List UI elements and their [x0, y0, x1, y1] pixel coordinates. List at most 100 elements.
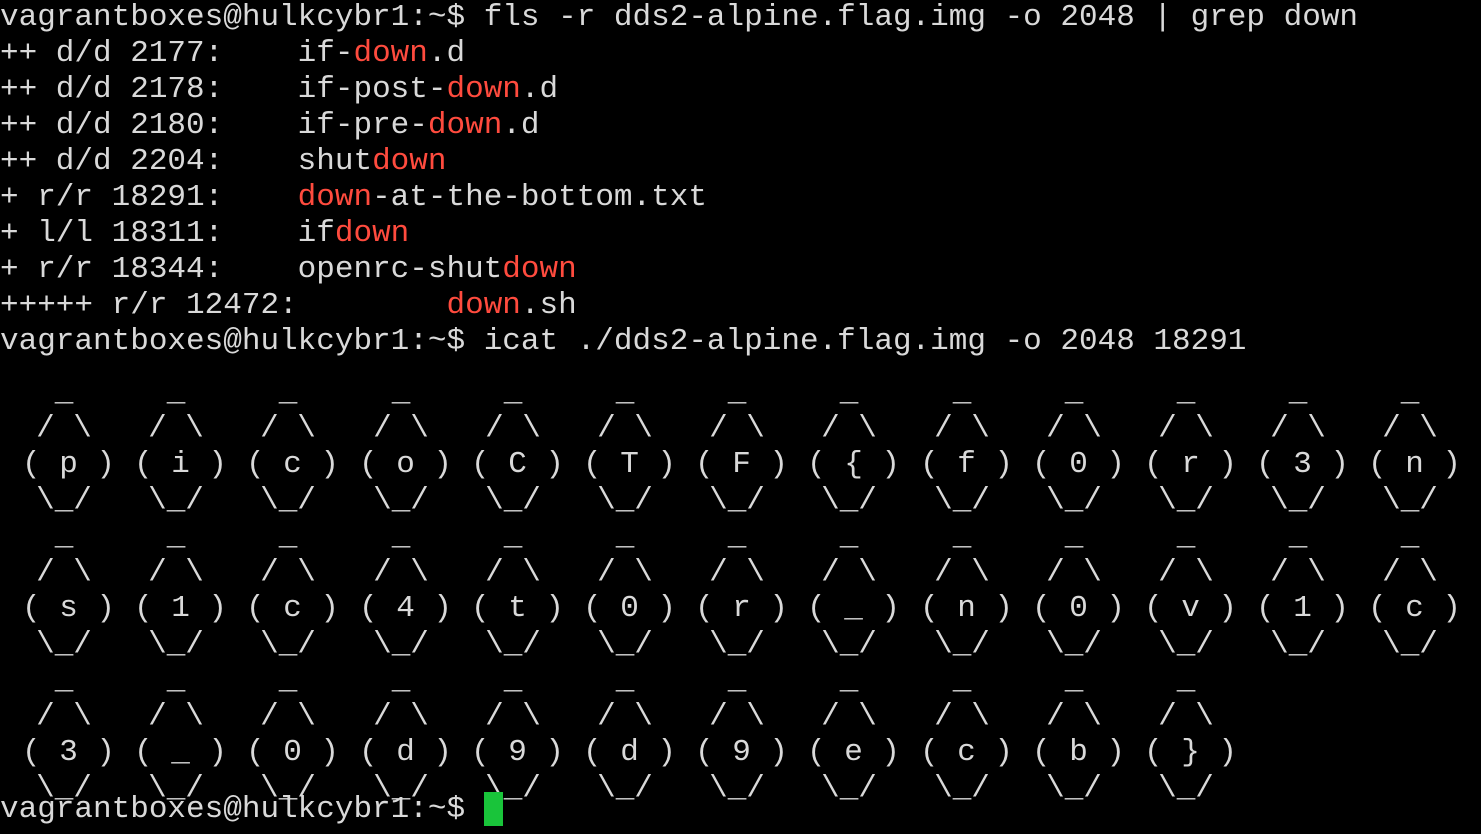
- entry-prefix: ++ d/d 2180:: [0, 108, 298, 143]
- entry-prefix: ++ d/d 2178:: [0, 72, 298, 107]
- hexagon-border: _: [934, 375, 990, 410]
- hexagon-border: / \: [1270, 555, 1326, 590]
- hexagon-letter: ( n ): [1368, 447, 1462, 482]
- hexagon-border: _: [821, 375, 877, 410]
- output-line: ++ d/d 2177: if-down.d: [0, 36, 465, 72]
- hexagon-border: _: [1158, 375, 1214, 410]
- command-line-2: vagrantboxes@hulkcybr1:~$ icat ./dds2-al…: [0, 324, 1246, 360]
- hexagon-border: \_/: [1382, 483, 1438, 518]
- hexagon-letter: ( 4 ): [359, 591, 453, 626]
- hexagon-border: \_/: [1046, 771, 1102, 806]
- hexagon-border: \_/: [934, 483, 990, 518]
- hexagon-border: / \: [373, 411, 429, 446]
- hexagon-border: \_/: [1046, 627, 1102, 662]
- hexagon-letter: ( 3 ): [1256, 447, 1350, 482]
- ascii-hexagon-char: _ / \( o ) \_/: [359, 375, 452, 519]
- hexagon-letter: ( 0 ): [583, 591, 677, 626]
- hexagon-border: \_/: [597, 483, 653, 518]
- ascii-hexagon-char: _ / \( r ) \_/: [695, 519, 788, 663]
- hexagon-border: _: [1046, 519, 1102, 554]
- hexagon-border: _: [260, 519, 316, 554]
- hexagon-border: / \: [148, 411, 204, 446]
- output-line: + r/r 18291: down-at-the-bottom.txt: [0, 180, 707, 216]
- hexagon-border: \_/: [597, 771, 653, 806]
- hexagon-border: _: [1270, 519, 1326, 554]
- hexagon-border: / \: [260, 555, 316, 590]
- hexagon-border: _: [709, 663, 765, 698]
- grep-match-highlight: down: [353, 36, 428, 71]
- entry-prefix: ++ d/d 2177:: [0, 36, 298, 71]
- hexagon-border: / \: [260, 699, 316, 734]
- entry-name-before: openrc-shut: [297, 252, 503, 287]
- ascii-hexagon-char: _ / \( _ ) \_/: [807, 519, 900, 663]
- entry-name-before: if: [297, 216, 335, 251]
- hexagon-letter: ( p ): [22, 447, 116, 482]
- hexagon-border: \_/: [36, 483, 92, 518]
- hexagon-border: / \: [821, 699, 877, 734]
- hexagon-border: _: [934, 663, 990, 698]
- hexagon-border: / \: [1270, 411, 1326, 446]
- ascii-hexagon-char: _ / \( n ) \_/: [1368, 375, 1462, 519]
- hexagon-border: _: [934, 519, 990, 554]
- hexagon-letter: ( } ): [1144, 735, 1238, 770]
- hexagon-border: _: [597, 375, 653, 410]
- ascii-hexagon-char: _ / \( c ) \_/: [1368, 519, 1461, 663]
- hexagon-letter: ( t ): [471, 591, 565, 626]
- ascii-hexagon-char: _ / \( F ) \_/: [695, 375, 788, 519]
- hexagon-letter: ( 3 ): [22, 735, 116, 770]
- entry-name-before: if-: [297, 36, 354, 71]
- hexagon-border: / \: [821, 555, 877, 590]
- hexagon-border: _: [597, 663, 653, 698]
- prompt: vagrantboxes@hulkcybr1:~$: [0, 792, 466, 827]
- grep-match-highlight: down: [446, 288, 521, 323]
- entry-prefix: + r/r 18291:: [0, 180, 298, 215]
- hexagon-border: _: [709, 375, 765, 410]
- hexagon-border: _: [485, 663, 541, 698]
- hexagon-border: / \: [485, 555, 541, 590]
- hexagon-border: _: [260, 375, 316, 410]
- ascii-hexagon-char: _ / \( s ) \_/: [22, 519, 115, 663]
- hexagon-border: _: [1382, 375, 1438, 410]
- ascii-hexagon-char: _ / \( 3 ) \_/: [1256, 375, 1350, 519]
- hexagon-border: _: [1046, 375, 1102, 410]
- hexagon-border: \_/: [709, 771, 765, 806]
- hexagon-border: / \: [597, 555, 653, 590]
- hexagon-border: _: [148, 663, 204, 698]
- ascii-hexagon-char: _ / \( c ) \_/: [920, 663, 1014, 807]
- hexagon-border: \_/: [821, 627, 877, 662]
- ascii-hexagon-char: _ / \( 4 ) \_/: [359, 519, 453, 663]
- hexagon-letter: ( c ): [920, 735, 1014, 770]
- entry-name-after: .sh: [520, 288, 577, 323]
- hexagon-border: / \: [1158, 411, 1214, 446]
- output-line: + l/l 18311: ifdown: [0, 216, 409, 252]
- hexagon-border: \_/: [373, 627, 429, 662]
- output-line: + r/r 18344: openrc-shutdown: [0, 252, 577, 288]
- ascii-hexagon-char: _ / \( { ) \_/: [807, 375, 900, 519]
- terminal-window[interactable]: vagrantboxes@hulkcybr1:~$ fls -r dds2-al…: [0, 0, 1481, 834]
- hexagon-letter: ( 0 ): [246, 735, 340, 770]
- hexagon-letter: ( i ): [134, 447, 228, 482]
- hexagon-border: \_/: [1158, 483, 1214, 518]
- prompt: vagrantboxes@hulkcybr1:~$: [0, 0, 466, 35]
- hexagon-border: / \: [373, 555, 429, 590]
- hexagon-letter: ( d ): [583, 735, 677, 770]
- hexagon-border: \_/: [148, 483, 204, 518]
- hexagon-letter: ( T ): [583, 447, 677, 482]
- hexagon-border: \_/: [485, 627, 541, 662]
- ascii-hexagon-char: _ / \( 0 ) \_/: [246, 663, 340, 807]
- ascii-hexagon-char: _ / \( c ) \_/: [246, 375, 339, 519]
- entry-name-before: if-post-: [297, 72, 447, 107]
- terminal-cursor: [484, 792, 503, 826]
- hexagon-letter: ( f ): [920, 447, 1014, 482]
- hexagon-border: \_/: [260, 627, 316, 662]
- entry-prefix: ++ d/d 2204:: [0, 144, 298, 179]
- hexagon-border: / \: [148, 699, 204, 734]
- entry-name-after: .d: [520, 72, 559, 107]
- hexagon-border: _: [597, 519, 653, 554]
- hexagon-border: / \: [1158, 699, 1214, 734]
- hexagon-border: / \: [36, 699, 92, 734]
- entry-name-after: .d: [427, 36, 466, 71]
- ascii-hexagon-char: _ / \( f ) \_/: [920, 375, 1014, 519]
- hexagon-border: / \: [1046, 699, 1102, 734]
- hexagon-border: _: [373, 519, 429, 554]
